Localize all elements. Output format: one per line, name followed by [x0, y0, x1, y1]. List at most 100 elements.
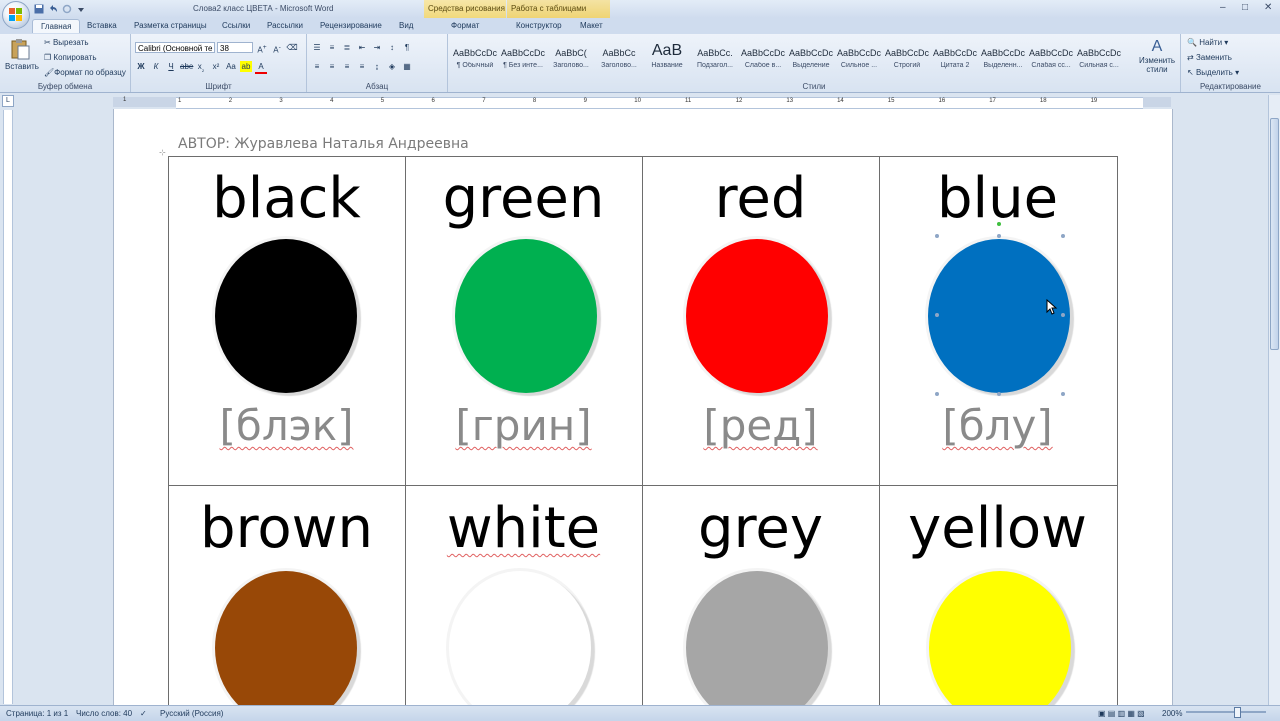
multilevel-list-icon[interactable]: ≣: [341, 42, 353, 53]
office-button[interactable]: [2, 1, 30, 29]
undo-icon[interactable]: [48, 4, 58, 14]
table-cell[interactable]: black [блэк]: [168, 156, 405, 485]
table-cell[interactable]: blue [блу]: [879, 156, 1116, 485]
tab-layout[interactable]: Макет: [580, 21, 603, 30]
language-indicator[interactable]: Русский (Россия): [160, 709, 223, 718]
tab-selector[interactable]: L: [2, 95, 14, 107]
word-count[interactable]: Число слов: 40: [76, 709, 132, 718]
tab-format[interactable]: Формат: [451, 21, 479, 30]
highlight-icon[interactable]: ab: [240, 61, 252, 72]
page-count[interactable]: Страница: 1 из 1: [6, 709, 68, 718]
selection-handle[interactable]: [935, 234, 939, 238]
selection-handle[interactable]: [997, 392, 1001, 396]
tab-insert[interactable]: Вставка: [87, 21, 117, 30]
horizontal-ruler[interactable]: 1 2 3 4 5 6 7 8 9 10 11 12 13 14 15 16 17 18 19: [176, 97, 1143, 109]
selection-handle[interactable]: [1061, 234, 1065, 238]
show-marks-icon[interactable]: ¶: [401, 42, 413, 53]
style-item[interactable]: AaBbCc. Подзагол...: [692, 42, 738, 80]
align-center-icon[interactable]: ≡: [326, 61, 338, 72]
style-item[interactable]: AaBbCcDc Сильное ...: [836, 42, 882, 80]
color-circle[interactable]: [449, 571, 591, 705]
color-circle[interactable]: [686, 239, 828, 393]
selection-handle[interactable]: [997, 234, 1001, 238]
italic-icon[interactable]: К: [150, 61, 162, 72]
table-move-handle-icon[interactable]: ⊹: [159, 148, 167, 157]
redo-icon[interactable]: [62, 4, 72, 14]
rotation-handle[interactable]: [997, 222, 1001, 226]
change-styles-button[interactable]: A Изменить стили: [1137, 38, 1177, 74]
strikethrough-icon[interactable]: abe: [180, 61, 193, 72]
line-spacing-icon[interactable]: ↨: [371, 61, 383, 72]
tab-page-layout[interactable]: Разметка страницы: [134, 21, 207, 30]
font-name-combo[interactable]: Calibri (Основной те: [135, 42, 215, 53]
color-circle[interactable]: [929, 571, 1071, 705]
cut-button[interactable]: ✂ Вырезать: [44, 38, 89, 47]
change-case-icon[interactable]: Aa: [225, 61, 237, 72]
table-cell[interactable]: grey: [642, 486, 879, 705]
borders-icon[interactable]: ▦: [401, 61, 413, 72]
scrollbar-thumb[interactable]: [1270, 118, 1279, 350]
zoom-level[interactable]: 200%: [1162, 709, 1182, 718]
zoom-slider[interactable]: [1186, 711, 1266, 713]
justify-icon[interactable]: ≡: [356, 61, 368, 72]
style-item[interactable]: AaBbCcDc Слабая сс...: [1028, 42, 1074, 80]
style-item[interactable]: AaBbCcDc Сильная с...: [1076, 42, 1122, 80]
replace-button[interactable]: ⇄ Заменить: [1187, 53, 1232, 62]
view-buttons[interactable]: ▣ ▤ ▥ ▦ ▧: [1098, 709, 1145, 718]
tab-home[interactable]: Главная: [32, 19, 81, 33]
align-left-icon[interactable]: ≡: [311, 61, 323, 72]
color-circle[interactable]: [215, 571, 357, 705]
maximize-icon[interactable]: □: [1242, 3, 1252, 13]
paste-button[interactable]: Вставить: [5, 38, 39, 71]
style-item[interactable]: AaBbCcDc Выделенн...: [980, 42, 1026, 80]
style-item[interactable]: AaBbCcDc Выделение: [788, 42, 834, 80]
style-item[interactable]: AaBbC(Заголово...: [548, 42, 594, 80]
numbering-icon[interactable]: ≡: [326, 42, 338, 53]
format-painter-button[interactable]: 🖌Формат по образцу: [44, 68, 126, 77]
color-circle[interactable]: [928, 239, 1070, 393]
color-circle[interactable]: [455, 239, 597, 393]
clear-format-icon[interactable]: ⌫: [286, 42, 298, 53]
selection-handle[interactable]: [1061, 313, 1065, 317]
customize-qat-icon[interactable]: [76, 4, 86, 14]
align-right-icon[interactable]: ≡: [341, 61, 353, 72]
increase-indent-icon[interactable]: ⇥: [371, 42, 383, 53]
copy-button[interactable]: ❐ Копировать: [44, 53, 96, 62]
selection-handle[interactable]: [1061, 392, 1065, 396]
tab-design[interactable]: Конструктор: [516, 21, 562, 30]
tab-mailings[interactable]: Рассылки: [267, 21, 303, 30]
table-cell[interactable]: brown: [168, 486, 405, 705]
find-button[interactable]: 🔍 Найти ▾: [1187, 38, 1228, 47]
color-circle[interactable]: [686, 571, 828, 705]
save-icon[interactable]: [34, 4, 44, 14]
style-item[interactable]: AaBbCcDc ¶ Без инте...: [500, 42, 546, 80]
tab-review[interactable]: Рецензирование: [320, 21, 382, 30]
minimize-icon[interactable]: –: [1220, 3, 1230, 13]
style-item[interactable]: AaBbCcDc Цитата 2: [932, 42, 978, 80]
select-button[interactable]: ↖ Выделить ▾: [1187, 68, 1239, 77]
zoom-slider-thumb[interactable]: [1234, 707, 1241, 718]
font-color-icon[interactable]: A: [255, 61, 267, 74]
tab-view[interactable]: Вид: [399, 21, 413, 30]
table-cell[interactable]: white: [405, 486, 642, 705]
underline-icon[interactable]: Ч: [165, 61, 177, 72]
table-cell[interactable]: green [грин]: [405, 156, 642, 485]
bullets-icon[interactable]: ☰: [311, 42, 323, 53]
style-item[interactable]: AaBbCcDc ¶ Обычный: [452, 42, 498, 80]
table-cell[interactable]: red [ред]: [642, 156, 879, 485]
spellcheck-icon[interactable]: ✓: [140, 709, 147, 718]
sort-icon[interactable]: ↕: [386, 42, 398, 53]
shrink-font-icon[interactable]: A-: [271, 42, 283, 55]
document-page[interactable]: ⊹ АВТОР: Журавлева Наталья Андреевна bla…: [113, 109, 1173, 705]
tab-references[interactable]: Ссылки: [222, 21, 250, 30]
vertical-ruler[interactable]: [3, 110, 13, 704]
style-item[interactable]: AaBbCcDc Слабое в...: [740, 42, 786, 80]
selection-handle[interactable]: [935, 313, 939, 317]
shading-icon[interactable]: ◈: [386, 61, 398, 72]
style-item[interactable]: AaBbCcDc Строгий: [884, 42, 930, 80]
table-cell[interactable]: yellow: [879, 486, 1116, 705]
selection-handle[interactable]: [935, 392, 939, 396]
style-item[interactable]: AaB Название: [644, 42, 690, 80]
decrease-indent-icon[interactable]: ⇤: [356, 42, 368, 53]
grow-font-icon[interactable]: A+: [256, 42, 268, 55]
